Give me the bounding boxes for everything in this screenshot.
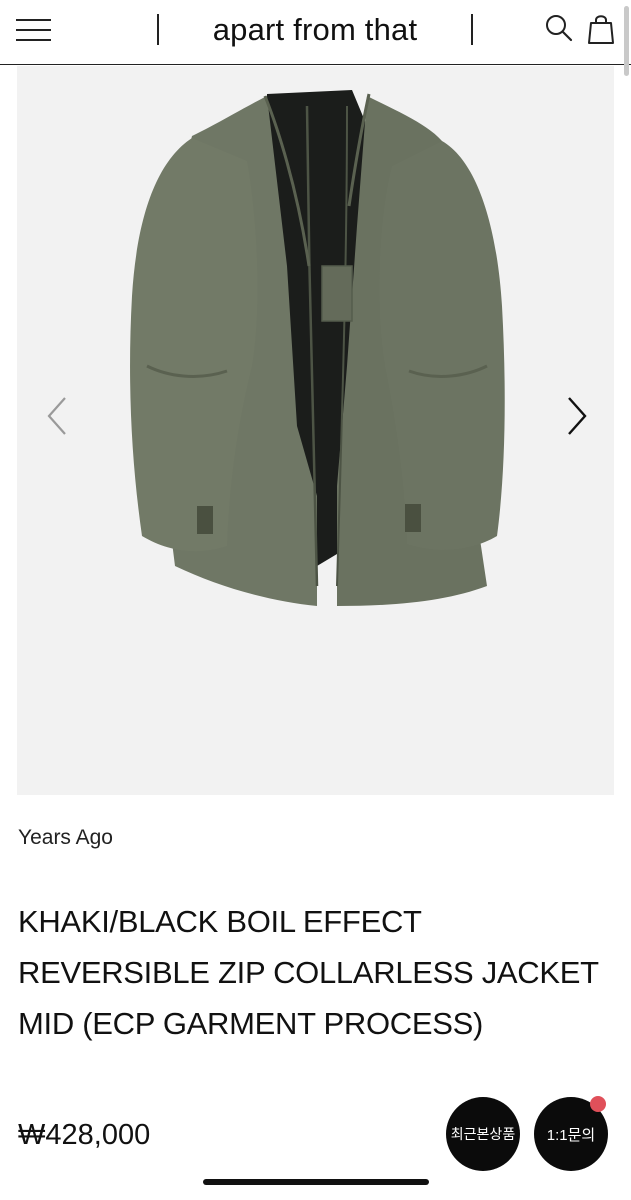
khaki-collarless-jacket-photo (130, 90, 505, 606)
recently-viewed-button[interactable]: 최근본상품 (446, 1097, 520, 1171)
shopping-bag-icon[interactable] (586, 12, 616, 46)
search-icon[interactable] (544, 12, 574, 44)
notification-badge (590, 1096, 606, 1112)
chevron-left-icon[interactable] (39, 386, 79, 446)
scroll-indicator[interactable] (624, 6, 629, 76)
home-indicator (203, 1179, 429, 1185)
product-image-gallery[interactable] (17, 66, 614, 795)
product-price: ₩428,000 (18, 1119, 151, 1151)
header-divider-left (157, 14, 159, 45)
product-title: KHAKI/BLACK BOIL EFFECT REVERSIBLE ZIP C… (18, 904, 599, 1041)
header-divider-right (471, 14, 473, 45)
top-header: apart from that (0, 0, 631, 65)
product-brand[interactable]: Years Ago (18, 826, 113, 850)
brand-logo[interactable]: apart from that (170, 10, 460, 50)
hamburger-menu-icon[interactable] (16, 16, 52, 44)
chevron-right-icon[interactable] (557, 386, 597, 446)
